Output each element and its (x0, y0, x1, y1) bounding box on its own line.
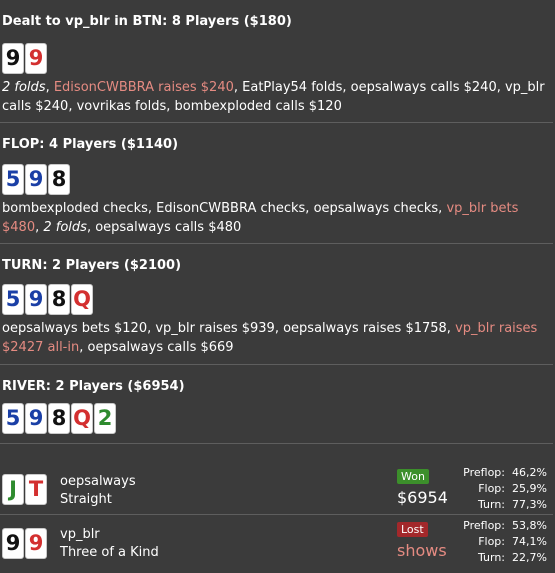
equity-row: Flop: 74,1% (455, 534, 547, 550)
equity-label: Preflop: (463, 466, 505, 479)
playing-card: 5 (2, 403, 24, 434)
action-text: , oepsalways calls $480 (86, 220, 242, 235)
playing-card: 9 (25, 43, 47, 74)
equity-value: 53,8% (512, 519, 547, 532)
equity-stats: Preflop: 53,8% Flop: 74,1% Turn: 22,7% (455, 518, 547, 566)
playing-card: 8 (48, 284, 70, 315)
playing-card: 9 (2, 43, 24, 74)
playing-card: 5 (2, 164, 24, 195)
turn-actions: oepsalways bets $120, vp_blr raises $939… (2, 319, 549, 357)
playing-card: 8 (48, 403, 70, 434)
playing-card: 5 (2, 284, 24, 315)
playing-card: 8 (48, 164, 70, 195)
equity-stats: Preflop: 46,2% Flop: 25,9% Turn: 77,3% (455, 465, 547, 513)
flop-header: FLOP: 4 Players ($1140) (2, 137, 179, 152)
river-board-cards: 598Q2 (2, 403, 117, 434)
equity-row: Turn: 77,3% (455, 497, 547, 513)
equity-value: 74,1% (512, 535, 547, 548)
playing-card: Q (71, 403, 93, 434)
flop-board-cards: 598 (2, 164, 71, 195)
equity-value: 25,9% (512, 482, 547, 495)
equity-row: Flop: 25,9% (455, 481, 547, 497)
preflop-section: Dealt to vp_blr in BTN: 8 Players ($180)… (0, 0, 553, 123)
playing-card: 2 (94, 403, 116, 434)
action-text: 2 folds (2, 80, 46, 95)
action-text: 2 folds (43, 220, 87, 235)
equity-value: 77,3% (512, 498, 547, 511)
turn-section: TURN: 2 Players ($2100) 598Q oepsalways … (0, 244, 553, 365)
player-hand-rank: Three of a Kind (60, 545, 159, 560)
action-text: oepsalways bets $120, vp_blr raises $939… (2, 321, 456, 336)
river-section: RIVER: 2 Players ($6954) 598Q2 (0, 365, 553, 444)
won-badge: Won (397, 469, 429, 484)
shows-label: shows (397, 541, 447, 560)
lost-badge: Lost (397, 522, 428, 537)
preflop-header: Dealt to vp_blr in BTN: 8 Players ($180) (2, 14, 292, 29)
player-name: vp_blr (60, 527, 100, 542)
playing-card: 9 (25, 284, 47, 315)
turn-header: TURN: 2 Players ($2100) (2, 258, 182, 273)
equity-label: Turn: (477, 551, 505, 564)
player-row-vp-blr[interactable]: 99 vp_blr Three of a Kind Lost shows Pre… (0, 515, 553, 573)
player-row-oepsalways[interactable]: JT oepsalways Straight Won $6954 Preflop… (0, 462, 553, 515)
action-text: , oepsalways calls $669 (79, 340, 234, 355)
hero-action: EdisonCWBBRA raises $240 (53, 80, 234, 95)
action-text: bombexploded checks, EdisonCWBBRA checks… (2, 201, 447, 216)
won-amount: $6954 (397, 488, 448, 507)
equity-label: Flop: (478, 535, 505, 548)
playing-card: 9 (25, 164, 47, 195)
playing-card: Q (71, 284, 93, 315)
playing-card: 9 (2, 528, 24, 559)
flop-actions: bombexploded checks, EdisonCWBBRA checks… (2, 199, 549, 237)
player-hole-cards: 99 (2, 528, 48, 559)
preflop-actions: 2 folds, EdisonCWBBRA raises $240, EatPl… (2, 78, 549, 116)
equity-value: 46,2% (512, 466, 547, 479)
equity-value: 22,7% (512, 551, 547, 564)
playing-card: J (2, 474, 24, 505)
equity-label: Preflop: (463, 519, 505, 532)
equity-row: Preflop: 46,2% (455, 465, 547, 481)
turn-board-cards: 598Q (2, 284, 94, 315)
equity-label: Flop: (478, 482, 505, 495)
playing-card: T (25, 474, 47, 505)
playing-card: 9 (25, 528, 47, 559)
river-header: RIVER: 2 Players ($6954) (2, 379, 185, 394)
flop-section: FLOP: 4 Players ($1140) 598 bombexploded… (0, 123, 553, 244)
equity-row: Preflop: 53,8% (455, 518, 547, 534)
playing-card: 9 (25, 403, 47, 434)
player-hole-cards: JT (2, 474, 48, 505)
hero-hole-cards: 99 (2, 43, 48, 74)
player-name: oepsalways (60, 474, 136, 489)
action-text: , (45, 80, 54, 95)
equity-row: Turn: 22,7% (455, 550, 547, 566)
equity-label: Turn: (477, 498, 505, 511)
player-hand-rank: Straight (60, 492, 112, 507)
